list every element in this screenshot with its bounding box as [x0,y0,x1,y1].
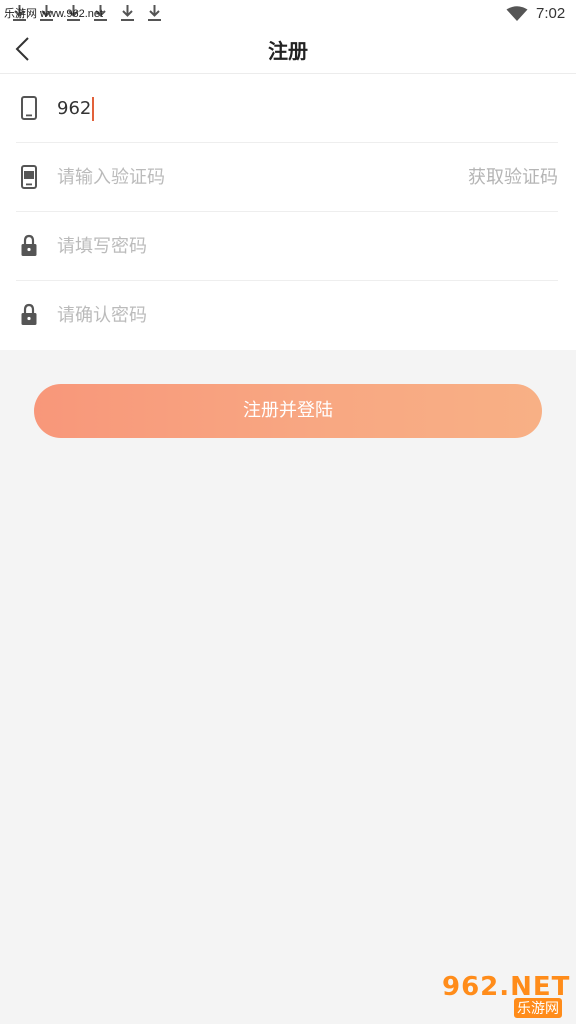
code-row[interactable]: 请输入验证码 获取验证码 [16,143,558,212]
sms-code-icon [20,165,38,189]
download-icon [145,3,164,23]
status-time: 7:02 [536,5,566,22]
lock-icon [20,303,38,327]
text-caret [92,97,95,121]
phone-icon [20,96,38,120]
watermark-bottom: 乐游网 [514,998,562,1018]
nav-bar: 注册 [0,28,576,74]
download-icon [118,3,137,23]
phone-row[interactable]: 962 [16,74,558,143]
code-input[interactable]: 请输入验证码 [57,165,165,191]
password-input[interactable]: 请填写密码 [57,234,147,260]
wifi-icon [506,6,528,22]
phone-input[interactable]: 962 [57,96,95,122]
register-form: 962 请输入验证码 获取验证码 请填写密码 请确认密码 [0,74,576,350]
password-row[interactable]: 请填写密码 [16,212,558,281]
source-label: 乐游网 www.962.net [4,8,104,20]
watermark-logo: 962.NET 乐游网 [436,970,570,1018]
phone-input-value: 962 [57,98,92,119]
confirm-password-input[interactable]: 请确认密码 [57,303,147,329]
get-code-button[interactable]: 获取验证码 [468,165,558,191]
confirm-password-row[interactable]: 请确认密码 [16,281,558,350]
page-title: 注册 [268,39,308,63]
register-login-button[interactable]: 注册并登陆 [34,384,542,438]
lock-icon [20,234,38,258]
status-bar: 乐游网 www.962.net 7:02 [0,0,576,28]
